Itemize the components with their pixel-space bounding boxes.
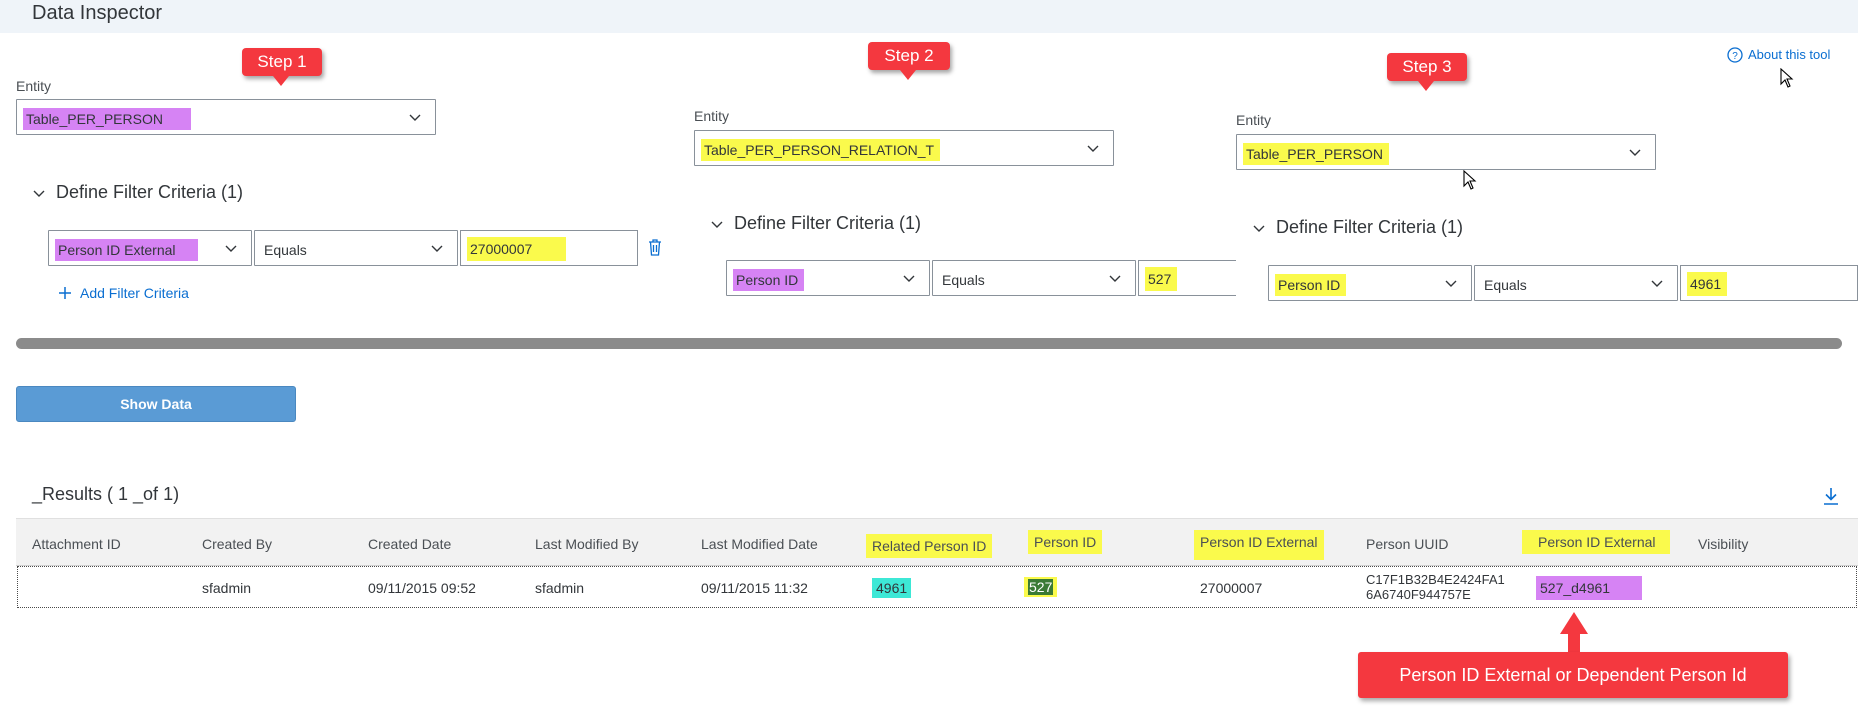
cell-person-id: 527 xyxy=(1024,577,1058,597)
entity-select-3[interactable]: Table_PER_PERSON xyxy=(1236,134,1656,170)
column-header[interactable]: Last Modified Date xyxy=(701,532,818,556)
chevron-down-icon xyxy=(1087,145,1099,152)
step1-callout-tail xyxy=(273,76,289,86)
filter-operator-1-value: Equals xyxy=(264,242,307,258)
filter-value-input-2[interactable]: 527 xyxy=(1138,260,1236,296)
filter-value-input-3[interactable]: 4961 xyxy=(1680,265,1858,301)
chevron-down-icon xyxy=(431,245,443,252)
callout-arrow-up xyxy=(1560,612,1588,634)
entity-label-2: Entity xyxy=(694,108,730,124)
show-data-button[interactable]: Show Data xyxy=(16,386,296,422)
cell-last-modified-date: 09/11/2015 11:32 xyxy=(701,580,808,596)
column-header[interactable]: Created By xyxy=(202,532,272,556)
filter-field-3-value: Person ID xyxy=(1275,274,1347,296)
filter-section-1[interactable]: Define Filter Criteria (1) xyxy=(33,182,244,203)
about-tool-link[interactable]: About this tool xyxy=(1748,47,1830,62)
chevron-down-icon xyxy=(1651,280,1663,287)
column-header[interactable]: Person UUID xyxy=(1366,532,1448,556)
column-header[interactable]: Visibility xyxy=(1698,532,1748,556)
filter-field-select-1[interactable]: Person ID External xyxy=(48,230,252,266)
filter-value-input-1[interactable]: 27000007 xyxy=(460,230,638,266)
cell-last-modified-by: sfadmin xyxy=(535,580,585,596)
chevron-down-icon xyxy=(903,275,915,282)
chevron-down-icon xyxy=(1253,225,1265,232)
results-title: _Results ( 1 _of 1) xyxy=(32,484,180,504)
cell-person-uuid-line1: C17F1B32B4E2424FA1 xyxy=(1366,572,1505,587)
filter-field-2-value: Person ID xyxy=(733,269,805,291)
cell-person-id-value: 527 xyxy=(1028,579,1054,595)
filter-field-select-3[interactable]: Person ID xyxy=(1268,265,1472,301)
filter-section-2[interactable]: Define Filter Criteria (1) xyxy=(711,213,922,234)
entity-select-3-value: Table_PER_PERSON xyxy=(1243,143,1389,165)
step2-callout-tail xyxy=(900,70,916,80)
step3-callout: Step 3 xyxy=(1387,53,1467,81)
mouse-cursor-icon xyxy=(1463,170,1477,190)
horizontal-scrollbar[interactable] xyxy=(16,338,1842,349)
step2-callout: Step 2 xyxy=(868,42,950,70)
cell-person-id-external-2: 527_d4961 xyxy=(1536,576,1643,600)
chevron-down-icon xyxy=(1445,280,1457,287)
page-title: Data Inspector xyxy=(32,2,163,24)
cell-created-by: sfadmin xyxy=(202,580,252,596)
cell-person-uuid-line2: 6A6740F944757E xyxy=(1366,587,1471,602)
chevron-down-icon xyxy=(711,221,723,228)
step3-callout-tail xyxy=(1418,81,1434,91)
person-id-external-callout: Person ID External or Dependent Person I… xyxy=(1358,652,1788,698)
callout-arrow-stem xyxy=(1568,632,1580,654)
entity-select-1[interactable]: Table_PER_PERSON xyxy=(16,99,436,135)
filter-operator-select-1[interactable]: Equals xyxy=(254,230,458,266)
cell-person-id-external: 27000007 xyxy=(1200,580,1263,596)
filter-field-1-value: Person ID External xyxy=(55,239,198,261)
cell-related-person-id: 4961 xyxy=(872,578,912,598)
column-header[interactable]: Created Date xyxy=(368,532,451,556)
entity-label-3: Entity xyxy=(1236,112,1272,128)
filter-operator-3-value: Equals xyxy=(1484,277,1527,293)
add-filter-criteria-link[interactable]: Add Filter Criteria xyxy=(80,285,189,301)
filter-title-1: Define Filter Criteria (1) xyxy=(56,182,244,202)
trash-icon[interactable] xyxy=(648,239,662,256)
filter-field-select-2[interactable]: Person ID xyxy=(726,260,930,296)
help-icon[interactable]: ? xyxy=(1727,47,1743,63)
column-header[interactable]: Attachment ID xyxy=(32,532,121,556)
step1-callout: Step 1 xyxy=(242,48,322,76)
filter-operator-select-2[interactable]: Equals xyxy=(932,260,1136,296)
plus-icon xyxy=(59,287,71,299)
column-header[interactable]: Person ID xyxy=(1028,530,1103,554)
svg-text:?: ? xyxy=(1732,51,1738,62)
chevron-down-icon xyxy=(33,190,45,197)
header-bar xyxy=(0,0,1858,33)
filter-operator-select-3[interactable]: Equals xyxy=(1474,265,1678,301)
mouse-cursor-icon xyxy=(1780,68,1794,88)
entity-select-2[interactable]: Table_PER_PERSON_RELATION_T xyxy=(694,130,1114,166)
filter-title-3: Define Filter Criteria (1) xyxy=(1276,217,1464,237)
filter-value-1: 27000007 xyxy=(467,237,567,261)
chevron-down-icon xyxy=(225,245,237,252)
cell-created-date: 09/11/2015 09:52 xyxy=(368,580,476,596)
filter-value-2: 527 xyxy=(1145,267,1178,291)
filter-operator-2-value: Equals xyxy=(942,272,985,288)
cell-person-uuid: C17F1B32B4E2424FA1 6A6740F944757E xyxy=(1366,572,1505,602)
chevron-down-icon xyxy=(1109,275,1121,282)
entity-label-1: Entity xyxy=(16,78,52,94)
chevron-down-icon xyxy=(409,114,421,121)
column-header[interactable]: Last Modified By xyxy=(535,532,639,556)
column-header[interactable]: Person ID External xyxy=(1522,530,1670,554)
filter-title-2: Define Filter Criteria (1) xyxy=(734,213,922,233)
entity-select-1-value: Table_PER_PERSON xyxy=(23,108,191,130)
filter-section-3[interactable]: Define Filter Criteria (1) xyxy=(1253,217,1464,238)
download-icon[interactable] xyxy=(1822,486,1840,506)
entity-select-2-value: Table_PER_PERSON_RELATION_T xyxy=(701,139,941,161)
filter-value-3: 4961 xyxy=(1687,272,1728,296)
column-header[interactable]: Related Person ID xyxy=(866,534,993,558)
chevron-down-icon xyxy=(1629,149,1641,156)
column-header[interactable]: Person ID External xyxy=(1194,530,1324,560)
